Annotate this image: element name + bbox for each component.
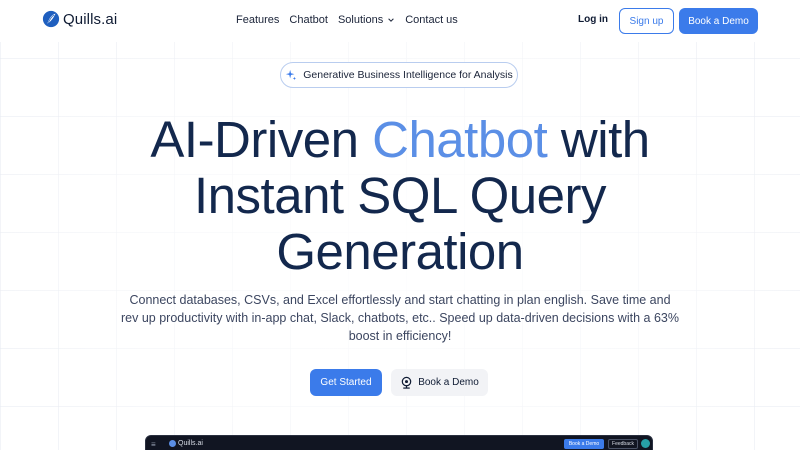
preview-logo-icon bbox=[169, 440, 176, 447]
nav-item-contact[interactable]: Contact us bbox=[405, 14, 458, 26]
hero-line3: Generation bbox=[276, 223, 524, 280]
preview-demo-button: Book a Demo bbox=[564, 439, 604, 449]
logo[interactable]: Quills.ai bbox=[42, 10, 117, 28]
nav-item-solutions-label: Solutions bbox=[337, 14, 384, 26]
chevron-down-icon bbox=[388, 18, 394, 22]
app-preview: ≡ Quills.ai Book a Demo Feedback bbox=[145, 435, 653, 450]
book-demo-secondary-button[interactable]: Book a Demo bbox=[391, 369, 488, 396]
sparkle-icon bbox=[286, 69, 297, 81]
quill-logo-icon bbox=[42, 10, 60, 28]
login-link[interactable]: Log in bbox=[578, 14, 608, 25]
hero-line2: Instant SQL Query bbox=[194, 167, 606, 224]
preview-logo-text: Quills.ai bbox=[178, 440, 203, 447]
category-badge: Generative Business Intelligence for Ana… bbox=[280, 62, 518, 88]
get-started-button[interactable]: Get Started bbox=[310, 369, 382, 396]
signup-button[interactable]: Sign up bbox=[619, 8, 674, 34]
book-demo-secondary-label: Book a Demo bbox=[418, 377, 479, 388]
preview-menu-icon: ≡ bbox=[151, 440, 156, 449]
hero-line1-b: with bbox=[547, 111, 650, 168]
top-nav: Quills.ai Features Chatbot Solutions Con… bbox=[0, 0, 800, 42]
nav-item-features[interactable]: Features bbox=[236, 14, 279, 26]
webcam-icon bbox=[401, 376, 412, 389]
hero-subtitle: Connect databases, CSVs, and Excel effor… bbox=[121, 293, 679, 343]
preview-avatar bbox=[641, 439, 650, 448]
hero-line1-a: AI-Driven bbox=[150, 111, 373, 168]
preview-logo: Quills.ai bbox=[169, 440, 203, 447]
badge-text: Generative Business Intelligence for Ana… bbox=[303, 69, 513, 81]
hero-heading: AI-Driven Chatbot with Instant SQL Query… bbox=[0, 112, 800, 280]
nav-item-solutions[interactable]: Solutions bbox=[338, 14, 395, 26]
preview-feedback-button: Feedback bbox=[608, 439, 638, 449]
hero-accent-word: Chatbot bbox=[372, 111, 548, 168]
logo-text: Quills.ai bbox=[63, 10, 118, 28]
nav-item-chatbot[interactable]: Chatbot bbox=[289, 14, 328, 26]
book-demo-button[interactable]: Book a Demo bbox=[679, 8, 758, 34]
main-menu: Features Chatbot Solutions Contact us bbox=[236, 14, 458, 26]
landing-page: Quills.ai Features Chatbot Solutions Con… bbox=[0, 0, 800, 450]
